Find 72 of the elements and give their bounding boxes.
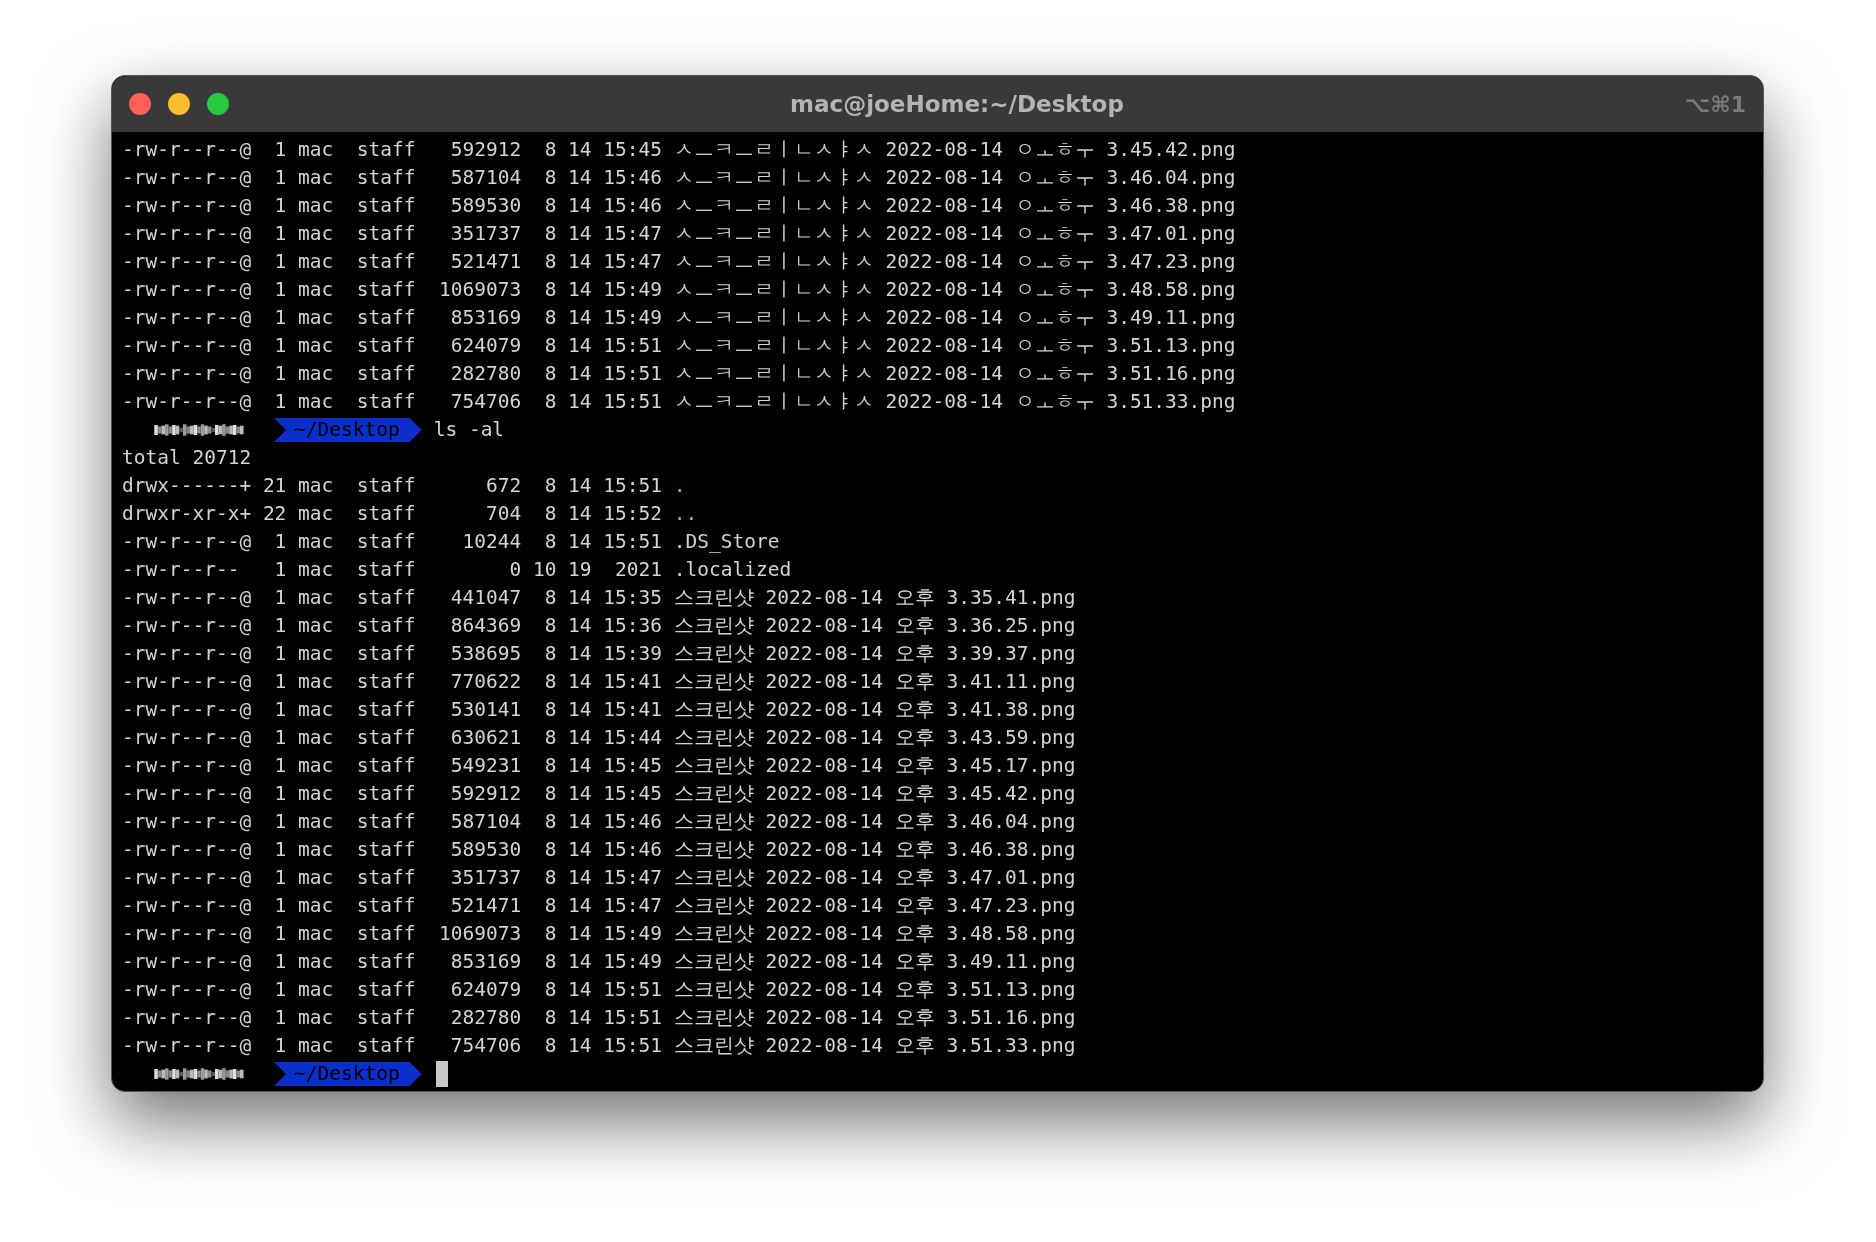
file-details: -rw-r--r--@ 1 mac staff 441047 8 14 15:35 (122, 585, 664, 611)
file-name: 스크린샷 2022-08-14 오후 3.45.42.png (673, 781, 1076, 807)
file-name: 스크린샷 2022-08-14 오후 3.48.58.png (673, 921, 1076, 947)
file-name: 스크린샷 2022-08-14 오후 3.45.17.png (673, 753, 1076, 779)
file-name: ㅅㅡㅋㅡㄹㅣㄴㅅㅑㅅ 2022-08-14 ㅇㅗㅎㅜ 3.47.01.png (673, 221, 1236, 247)
file-name: ㅅㅡㅋㅡㄹㅣㄴㅅㅑㅅ 2022-08-14 ㅇㅗㅎㅜ 3.51.16.png (673, 361, 1236, 387)
file-name: 스크린샷 2022-08-14 오후 3.46.38.png (673, 837, 1076, 863)
file-details: -rw-r--r--@ 1 mac staff 282780 8 14 15:51 (122, 361, 664, 387)
file-name: ㅅㅡㅋㅡㄹㅣㄴㅅㅑㅅ 2022-08-14 ㅇㅗㅎㅜ 3.47.23.png (673, 249, 1236, 275)
file-details: -rw-r--r--@ 1 mac staff 864369 8 14 15:36 (122, 613, 664, 639)
minimize-button[interactable] (168, 93, 190, 115)
file-details: drwx------+ 21 mac staff 672 8 14 15:51 (122, 473, 664, 499)
file-details: -rw-r--r--@ 1 mac staff 351737 8 14 15:47 (122, 221, 664, 247)
file-details: -rw-r--r-- 1 mac staff 0 10 19 2021 (122, 557, 664, 583)
file-details: -rw-r--r--@ 1 mac staff 630621 8 14 15:44 (122, 725, 664, 751)
file-name: 스크린샷 2022-08-14 오후 3.49.11.png (673, 949, 1076, 975)
file-name: 스크린샷 2022-08-14 오후 3.39.37.png (673, 641, 1076, 667)
file-details: drwxr-xr-x+ 22 mac staff 704 8 14 15:52 (122, 501, 664, 527)
window-title: mac@joeHome:~/Desktop (790, 89, 1124, 119)
file-name: ㅅㅡㅋㅡㄹㅣㄴㅅㅑㅅ 2022-08-14 ㅇㅗㅎㅜ 3.45.42.png (673, 137, 1236, 163)
file-details: -rw-r--r--@ 1 mac staff 521471 8 14 15:47 (122, 893, 664, 919)
file-name: 스크린샷 2022-08-14 오후 3.36.25.png (673, 613, 1076, 639)
file-name: ㅅㅡㅋㅡㄹㅣㄴㅅㅑㅅ 2022-08-14 ㅇㅗㅎㅜ 3.51.33.png (673, 389, 1236, 415)
file-details: -rw-r--r--@ 1 mac staff 770622 8 14 15:41 (122, 669, 664, 695)
file-details: -rw-r--r--@ 1 mac staff 521471 8 14 15:47 (122, 249, 664, 275)
file-name: 스크린샷 2022-08-14 오후 3.43.59.png (673, 725, 1076, 751)
file-details: -rw-r--r--@ 1 mac staff 282780 8 14 15:51 (122, 1005, 664, 1031)
file-name: 스크린샷 2022-08-14 오후 3.51.13.png (673, 977, 1076, 1003)
file-details: -rw-r--r--@ 1 mac staff 1069073 8 14 15:49 (122, 921, 664, 947)
file-details: -rw-r--r--@ 1 mac staff 624079 8 14 15:51 (122, 977, 664, 1003)
path-segment: ~/Desktop (274, 1062, 422, 1086)
file-name: . (673, 473, 686, 499)
file-name: .. (673, 501, 698, 527)
file-name: 스크린샷 2022-08-14 오후 3.41.11.png (673, 669, 1076, 695)
file-details: -rw-r--r--@ 1 mac staff 530141 8 14 15:41 (122, 697, 664, 723)
path-segment: ~/Desktop (274, 418, 422, 442)
file-details: -rw-r--r--@ 1 mac staff 538695 8 14 15:39 (122, 641, 664, 667)
file-name: .DS_Store (673, 529, 780, 555)
file-details: -rw-r--r--@ 1 mac staff 853169 8 14 15:49 (122, 305, 664, 331)
file-details: -rw-r--r--@ 1 mac staff 592912 8 14 15:45 (122, 781, 664, 807)
file-details: -rw-r--r--@ 1 mac staff 351737 8 14 15:47 (122, 865, 664, 891)
file-name: ㅅㅡㅋㅡㄹㅣㄴㅅㅑㅅ 2022-08-14 ㅇㅗㅎㅜ 3.46.38.png (673, 193, 1236, 219)
close-button[interactable] (129, 93, 151, 115)
file-name: 스크린샷 2022-08-14 오후 3.46.04.png (673, 809, 1076, 835)
total-line: total 20712 (122, 446, 252, 469)
command-text: ls -al (433, 417, 505, 443)
file-name: 스크린샷 2022-08-14 오후 3.35.41.png (673, 585, 1076, 611)
file-details: -rw-r--r--@ 1 mac staff 589530 8 14 15:46 (122, 837, 664, 863)
file-name: ㅅㅡㅋㅡㄹㅣㄴㅅㅑㅅ 2022-08-14 ㅇㅗㅎㅜ 3.48.58.png (673, 277, 1236, 303)
file-details: -rw-r--r--@ 1 mac staff 754706 8 14 15:51 (122, 1033, 664, 1059)
zoom-button[interactable] (207, 93, 229, 115)
file-details: -rw-r--r--@ 1 mac staff 587104 8 14 15:46 (122, 165, 664, 191)
shortcut-label: ⌥⌘1 (1684, 90, 1746, 119)
file-details: -rw-r--r--@ 1 mac staff 587104 8 14 15:46 (122, 809, 664, 835)
file-name: ㅅㅡㅋㅡㄹㅣㄴㅅㅑㅅ 2022-08-14 ㅇㅗㅎㅜ 3.46.04.png (673, 165, 1236, 191)
file-details: -rw-r--r--@ 1 mac staff 754706 8 14 15:51 (122, 389, 664, 415)
file-details: -rw-r--r--@ 1 mac staff 10244 8 14 15:51 (122, 529, 664, 555)
file-details: -rw-r--r--@ 1 mac staff 592912 8 14 15:45 (122, 137, 664, 163)
file-name: 스크린샷 2022-08-14 오후 3.47.01.png (673, 865, 1076, 891)
file-name: .localized (673, 557, 792, 583)
file-name: 스크린샷 2022-08-14 오후 3.41.38.png (673, 697, 1076, 723)
file-details: -rw-r--r--@ 1 mac staff 624079 8 14 15:51 (122, 333, 664, 359)
file-details: -rw-r--r--@ 1 mac staff 853169 8 14 15:49 (122, 949, 664, 975)
file-details: -rw-r--r--@ 1 mac staff 549231 8 14 15:45 (122, 753, 664, 779)
file-name: 스크린샷 2022-08-14 오후 3.47.23.png (673, 893, 1076, 919)
file-details: -rw-r--r--@ 1 mac staff 589530 8 14 15:46 (122, 193, 664, 219)
file-name: 스크린샷 2022-08-14 오후 3.51.16.png (673, 1005, 1076, 1031)
file-name: ㅅㅡㅋㅡㄹㅣㄴㅅㅑㅅ 2022-08-14 ㅇㅗㅎㅜ 3.51.13.png (673, 333, 1236, 359)
file-details: -rw-r--r--@ 1 mac staff 1069073 8 14 15:49 (122, 277, 664, 303)
file-name: 스크린샷 2022-08-14 오후 3.51.33.png (673, 1033, 1076, 1059)
file-name: ㅅㅡㅋㅡㄹㅣㄴㅅㅑㅅ 2022-08-14 ㅇㅗㅎㅜ 3.49.11.png (673, 305, 1236, 331)
text-cursor (435, 1061, 448, 1087)
